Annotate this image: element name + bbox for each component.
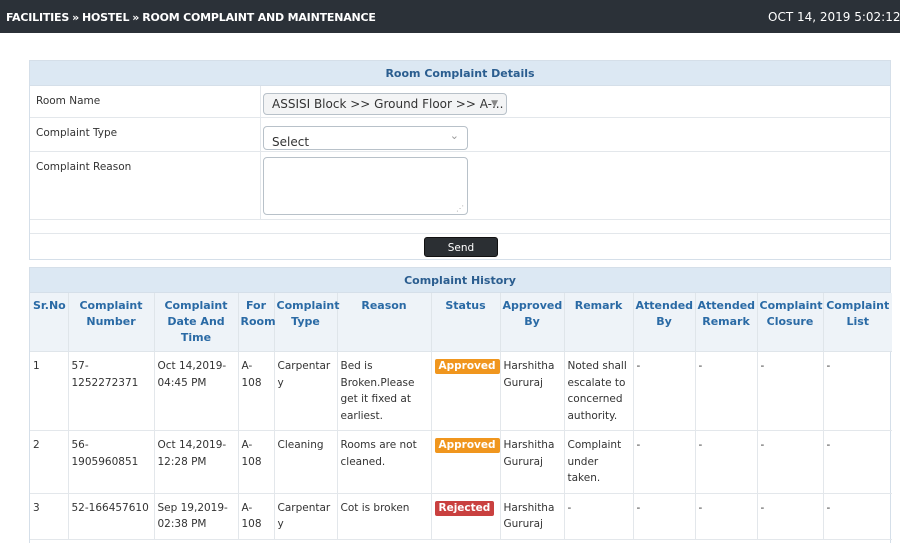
complaint-type-select[interactable]: Select ⌄ <box>263 126 468 150</box>
history-header-row: Sr.No Complaint Number Complaint Date An… <box>30 293 892 352</box>
col-sr-no: Sr.No <box>30 293 69 352</box>
room-name-label: Room Name <box>36 95 101 107</box>
cell-complaint-date: Sep 19,2019-02:38 PM <box>154 493 239 540</box>
status-badge: Approved <box>434 359 500 374</box>
cell-complaint-number: 57-1252272371 <box>68 351 155 431</box>
cell-complaint-type: Carpentary <box>274 493 338 540</box>
cell-for-room: A-108 <box>238 351 275 431</box>
room-name-row: Room Name ASSISI Block >> Ground Floor >… <box>30 86 890 118</box>
cell-complaint-date: Oct 14,2019-12:28 PM <box>154 430 239 494</box>
complaint-reason-row: Complaint Reason ⋰ <box>30 152 890 220</box>
cell-complaint-type: Cleaning <box>274 430 338 494</box>
col-approved-by: Approved By <box>500 293 565 352</box>
col-reason: Reason <box>337 293 432 352</box>
col-attended-by: Attended By <box>633 293 696 352</box>
cell-for-room: A-108 <box>238 430 275 494</box>
cell-remark: Noted shall escalate to concerned author… <box>564 351 634 431</box>
cell-reason: Bed is Broken.Please get it fixed at ear… <box>337 351 432 431</box>
current-datetime: OCT 14, 2019 5:02:12 P <box>768 10 900 24</box>
complaint-type-row: Complaint Type Select ⌄ <box>30 118 890 152</box>
col-complaint-list: Complaint List <box>823 293 892 352</box>
complaint-type-value: Select <box>272 135 310 149</box>
cell-attended-remark: - <box>695 351 758 431</box>
breadcrumb-facilities[interactable]: FACILITIES <box>6 11 69 24</box>
send-request-button[interactable]: Send Request <box>424 237 498 274</box>
cell-remark: - <box>564 493 634 540</box>
status-badge: Rejected <box>434 500 495 516</box>
breadcrumb-hostel[interactable]: HOSTEL <box>82 11 130 24</box>
cell-attended-by: - <box>633 351 696 431</box>
cell-approved-by: Harshitha Gururaj <box>500 493 565 540</box>
cell-complaint-date: Oct 14,2019-04:45 PM <box>154 351 239 431</box>
cell-approved-by: Harshitha Gururaj <box>500 430 565 494</box>
complaint-form-panel: Room Complaint Details Room Name ASSISI … <box>29 60 891 274</box>
cell-complaint-type: Carpentary <box>274 351 338 431</box>
status-badge: Approved <box>434 438 500 453</box>
col-for-room: For Room <box>238 293 276 352</box>
col-attended-remark: Attended Remark <box>695 293 758 352</box>
cell-approved-by: Harshitha Gururaj <box>500 351 565 431</box>
cell-complaint-number: 56-1905960851 <box>68 430 155 494</box>
table-row: 2 56-1905960851 Oct 14,2019-12:28 PM A-1… <box>30 430 892 494</box>
complaint-history-table: Sr.No Complaint Number Complaint Date An… <box>30 293 892 540</box>
cell-status: Approved <box>431 351 501 431</box>
cell-attended-by: - <box>633 493 696 540</box>
col-complaint-closure: Complaint Closure <box>757 293 824 352</box>
cell-complaint-closure: - <box>757 430 824 494</box>
cell-attended-by: - <box>633 430 696 494</box>
form-title: Room Complaint Details <box>30 61 890 86</box>
complaint-reason-label: Complaint Reason <box>36 161 132 173</box>
cell-reason: Rooms are not cleaned. <box>337 430 432 494</box>
cell-reason: Cot is broken <box>337 493 432 540</box>
breadcrumb-separator: » <box>132 11 140 24</box>
cell-status: Rejected <box>431 493 501 540</box>
table-row: 3 52-166457610 Sep 19,2019-02:38 PM A-10… <box>30 493 892 540</box>
cell-remark: Complaint under taken. <box>564 430 634 494</box>
cell-sr-no: 2 <box>30 430 69 494</box>
cell-status: Approved <box>431 430 501 494</box>
room-name-select[interactable]: ASSISI Block >> Ground Floor >> A-... ▼ <box>263 93 507 115</box>
cell-complaint-list: - <box>823 493 892 540</box>
resize-grip-icon[interactable]: ⋰ <box>456 204 464 213</box>
cell-complaint-number: 52-166457610 <box>68 493 155 540</box>
cell-complaint-closure: - <box>757 493 824 540</box>
cell-complaint-list: - <box>823 351 892 431</box>
cell-attended-remark: - <box>695 493 758 540</box>
complaint-history-panel: Complaint History Sr.No Complaint Number… <box>29 267 892 543</box>
col-complaint-number: Complaint Number <box>68 293 155 352</box>
col-remark: Remark <box>564 293 634 352</box>
cell-for-room: A-108 <box>238 493 275 540</box>
history-title: Complaint History <box>30 268 890 293</box>
spacer-row <box>30 220 890 234</box>
room-name-value: ASSISI Block >> Ground Floor >> A-... <box>272 97 504 111</box>
cell-sr-no: 3 <box>30 493 69 540</box>
chevron-down-icon: ⌄ <box>449 129 459 142</box>
cell-complaint-closure: - <box>757 351 824 431</box>
complaint-type-label: Complaint Type <box>36 127 118 139</box>
button-row: Send Request <box>30 234 890 274</box>
cell-attended-remark: - <box>695 430 758 494</box>
breadcrumb-separator: » <box>72 11 79 24</box>
complaint-reason-textarea[interactable]: ⋰ <box>263 157 468 215</box>
dropdown-caret-icon: ▼ <box>491 99 498 109</box>
col-complaint-date: Complaint Date And Time <box>154 293 239 352</box>
cell-complaint-list: - <box>823 430 892 494</box>
breadcrumb-room-complaint: ROOM COMPLAINT AND MAINTENANCE <box>142 11 376 24</box>
col-status: Status <box>431 293 501 352</box>
col-complaint-type: Complaint Type <box>274 293 340 352</box>
top-bar: FACILITIES» HOSTEL» ROOM COMPLAINT AND MAI… <box>0 0 900 33</box>
table-row: 1 57-1252272371 Oct 14,2019-04:45 PM A-1… <box>30 351 892 431</box>
cell-sr-no: 1 <box>30 351 69 431</box>
breadcrumb: FACILITIES» HOSTEL» ROOM COMPLAINT AND MAI… <box>6 11 376 24</box>
